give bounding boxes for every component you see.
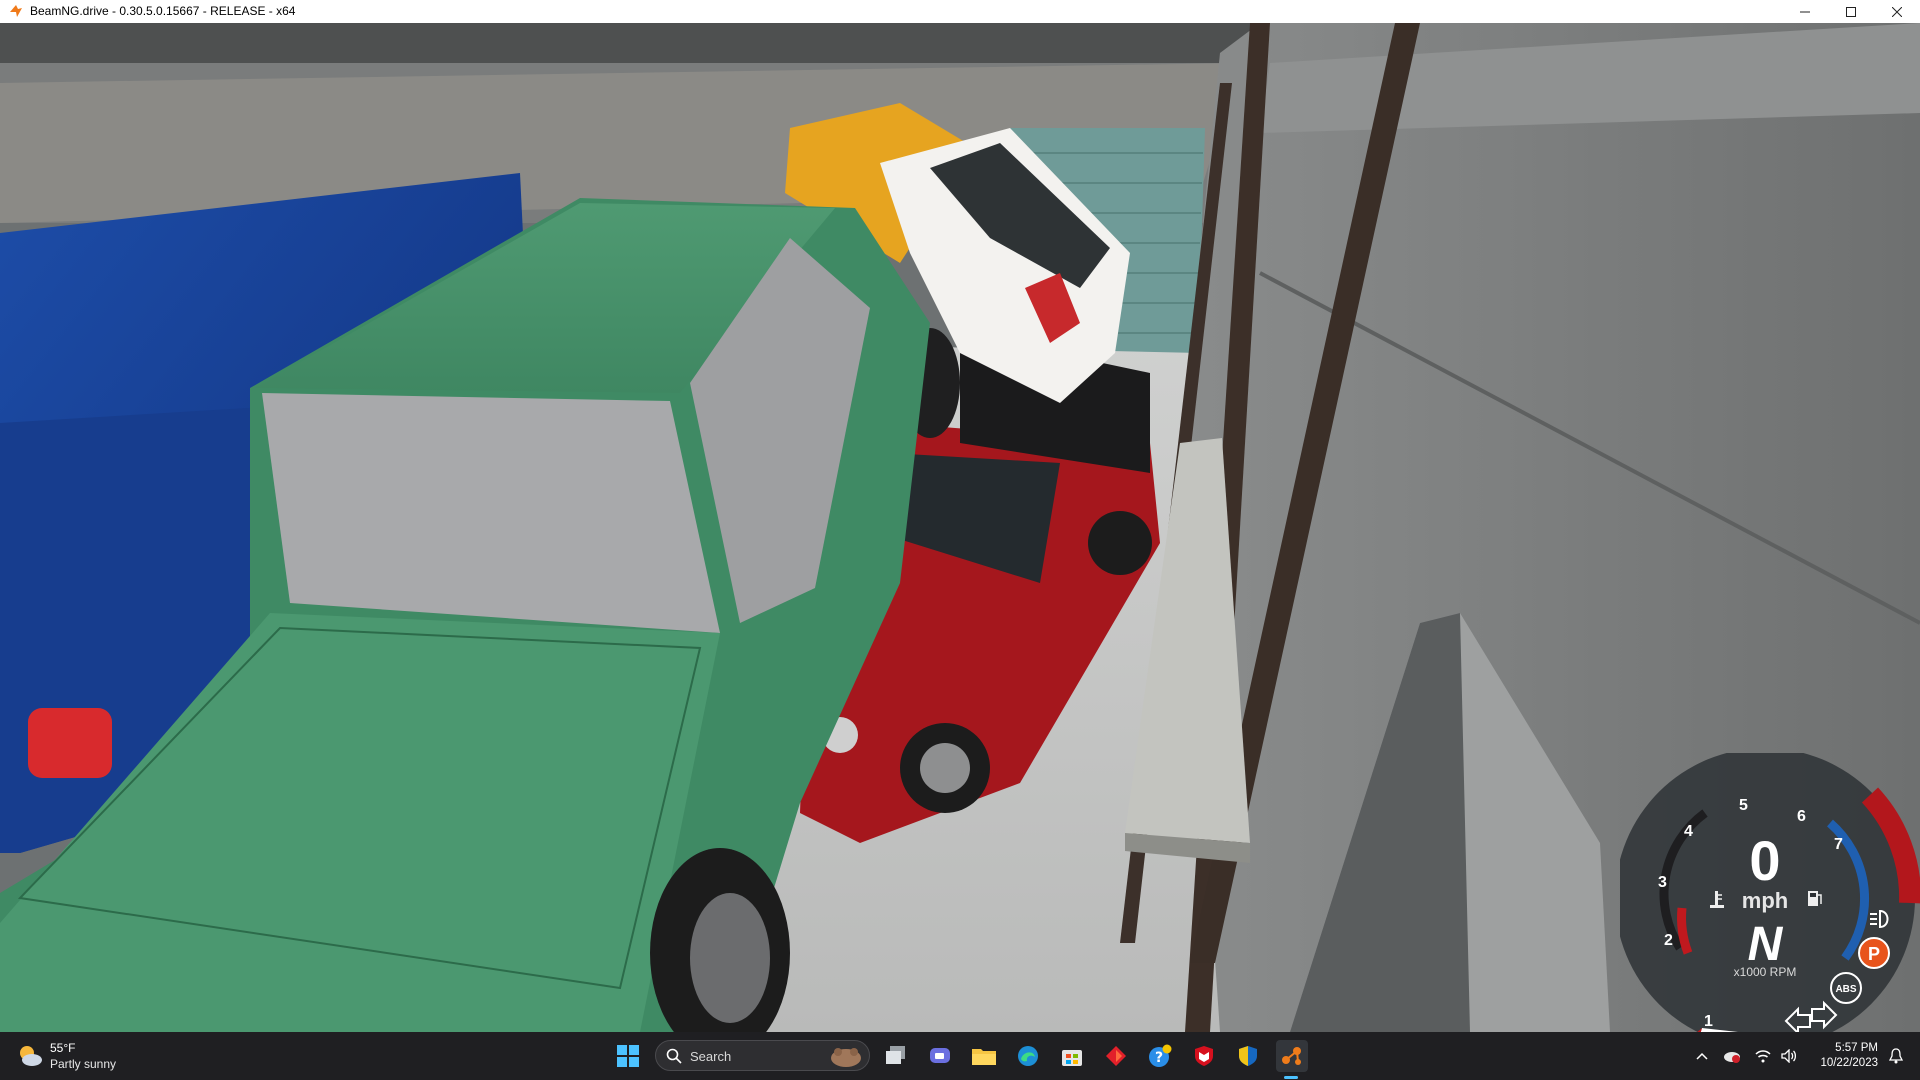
tray-app-button[interactable] [1720, 1032, 1744, 1080]
file-explorer-button[interactable] [968, 1040, 1000, 1072]
search-highlight-icon [831, 1048, 861, 1067]
rpm-unit-label: x1000 RPM [1734, 965, 1797, 979]
close-button[interactable] [1874, 0, 1920, 23]
maximize-button[interactable] [1828, 0, 1874, 23]
help-button[interactable]: ? [1144, 1040, 1176, 1072]
rpm-tick-3: 3 [1658, 874, 1667, 891]
mcafee-button[interactable] [1188, 1040, 1220, 1072]
rpm-tick-5: 5 [1739, 797, 1748, 814]
dashboard-hud: 1 2 3 4 5 6 7 0 mph N x1000 RPM P ABS [1615, 748, 1920, 1032]
beamng-icon [1282, 1047, 1301, 1065]
rpm-tick-6: 6 [1797, 808, 1806, 825]
rpm-tick-2: 2 [1664, 932, 1673, 949]
help-icon: ? [1149, 1044, 1172, 1067]
red-diamond-app-icon [1106, 1046, 1126, 1066]
security-shield-icon [1239, 1046, 1257, 1066]
sedan-rear-window [262, 393, 720, 633]
sedan-wheel-hub [690, 893, 770, 1023]
gear-indicator: N [1748, 918, 1784, 971]
speaker-icon [1781, 1049, 1797, 1063]
task-view-icon [886, 1046, 905, 1064]
edge-browser-button[interactable] [1012, 1040, 1044, 1072]
speed-unit: mph [1742, 888, 1788, 913]
active-app-indicator [1284, 1076, 1298, 1079]
speed-readout: 0 [1749, 829, 1780, 892]
network-button[interactable] [1752, 1032, 1774, 1080]
svg-text:?: ? [1155, 1050, 1163, 1066]
chevron-up-icon [1696, 1052, 1708, 1060]
jeep-wheel-hub [920, 743, 970, 793]
maximize-icon [1846, 6, 1856, 17]
start-button[interactable] [612, 1040, 644, 1072]
clock-time: 5:57 PM [1835, 1042, 1878, 1054]
edge-browser-icon [1018, 1046, 1038, 1066]
jeep-wheel [1088, 511, 1152, 575]
task-view-button[interactable] [880, 1040, 912, 1072]
rpm-tick-4: 4 [1684, 823, 1693, 840]
taskbar-clock[interactable]: 5:57 PM 10/22/2023 [1806, 1041, 1878, 1071]
windows-start-icon [617, 1045, 639, 1067]
tachometer: 1 2 3 4 5 6 7 0 mph N x1000 RPM P ABS [1615, 748, 1920, 1032]
weather-condition: Partly sunny [50, 1057, 117, 1071]
close-icon [1892, 6, 1902, 17]
notifications-button[interactable] [1884, 1032, 1908, 1080]
clock-date: 10/22/2023 [1820, 1057, 1878, 1069]
search-placeholder: Search [690, 1049, 732, 1064]
minimize-button[interactable] [1782, 0, 1828, 23]
wifi-icon [1755, 1049, 1771, 1062]
game-viewport[interactable]: 1 2 3 4 5 6 7 0 mph N x1000 RPM P ABS [0, 23, 1920, 1032]
red-diamond-app-button[interactable] [1100, 1040, 1132, 1072]
teams-chat-icon [930, 1048, 950, 1063]
weather-widget[interactable]: 55°F Partly sunny [16, 1038, 146, 1074]
parking-brake-letter: P [1868, 944, 1880, 964]
rpm-tick-7: 7 [1834, 836, 1843, 853]
weather-temperature: 55°F [50, 1041, 76, 1055]
beamng-taskbar-button[interactable] [1276, 1040, 1308, 1072]
minimize-icon [1800, 11, 1810, 12]
microsoft-store-icon [1062, 1050, 1082, 1066]
mcafee-shield-icon [1195, 1046, 1213, 1066]
volume-button[interactable] [1778, 1032, 1800, 1080]
teams-chat-button[interactable] [924, 1040, 956, 1072]
file-explorer-icon [972, 1049, 996, 1065]
beamng-app-icon [10, 5, 22, 17]
search-icon [666, 1048, 682, 1064]
show-hidden-icons-button[interactable] [1690, 1032, 1714, 1080]
microsoft-store-button[interactable] [1056, 1040, 1088, 1072]
taskbar-search[interactable]: Search [655, 1040, 870, 1071]
tray-cloud-alert-icon [1724, 1052, 1740, 1063]
rpm-tick-1: 1 [1704, 1013, 1713, 1030]
notification-bell-icon [1889, 1048, 1903, 1064]
partly-sunny-icon [20, 1046, 42, 1066]
windows-taskbar: 55°F Partly sunny Search ? 5:57 PM 10/22… [0, 1032, 1920, 1080]
window-title: BeamNG.drive - 0.30.5.0.15667 - RELEASE … [30, 4, 296, 18]
ceiling-beam [0, 23, 1260, 63]
window-title-bar[interactable]: BeamNG.drive - 0.30.5.0.15667 - RELEASE … [0, 0, 1920, 23]
abs-label: ABS [1835, 984, 1856, 995]
van-taillight [28, 708, 112, 778]
security-shield-button[interactable] [1232, 1040, 1264, 1072]
